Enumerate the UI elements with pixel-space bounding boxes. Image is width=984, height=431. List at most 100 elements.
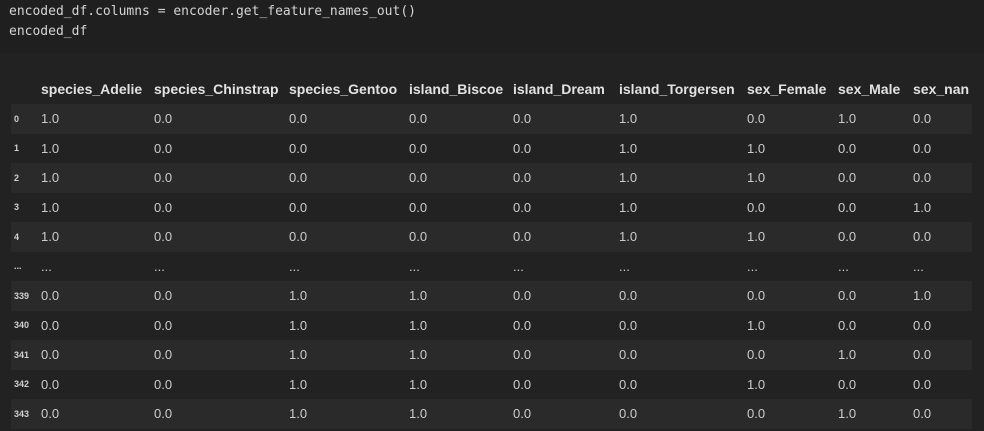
table-cell: 0.0: [154, 140, 173, 156]
table-cell: 1.0: [913, 288, 932, 304]
code-line-2: encoded_df: [9, 24, 88, 39]
column-header: species_Chinstrap: [154, 81, 279, 97]
table-cell: 1.0: [289, 406, 308, 422]
column-header: island_Torgersen: [619, 81, 735, 97]
table-cell: 0.0: [513, 229, 532, 245]
table-cell: 0.0: [838, 288, 857, 304]
row-index: 339: [14, 290, 30, 301]
row-index: 342: [14, 379, 30, 390]
table-cell: 0.0: [409, 140, 428, 156]
table-cell: 0.0: [913, 140, 932, 156]
index-header: [11, 74, 37, 104]
table-cell: 1.0: [409, 376, 428, 392]
row-index: ...: [14, 261, 22, 272]
table-cell: 0.0: [513, 111, 532, 127]
table-cell: 0.0: [913, 406, 932, 422]
row-index: 343: [14, 408, 30, 419]
table-cell: 0.0: [838, 170, 857, 186]
row-index: 3: [14, 202, 20, 213]
table-cell: 1.0: [838, 406, 857, 422]
table-row: 1 1.0 0.0 0.0 0.0 0.0 1.0 1.0 0.0 0.0: [11, 133, 972, 163]
column-header: island_Dream: [513, 81, 605, 97]
table-cell: 1.0: [41, 199, 60, 215]
table-cell: 0.0: [289, 170, 308, 186]
table-cell: 1.0: [619, 140, 638, 156]
code-cell[interactable]: encoded_df.columns = encoder.get_feature…: [0, 0, 984, 53]
table-row: 343 0.0 0.0 1.0 1.0 0.0 0.0 0.0 1.0 0.0: [11, 399, 972, 429]
column-header: sex_Male: [838, 81, 901, 97]
table-cell: 1.0: [747, 140, 766, 156]
table-cell: 1.0: [747, 317, 766, 333]
table-cell: 1.0: [289, 317, 308, 333]
table-cell: 0.0: [409, 199, 428, 215]
column-header: species_Adelie: [41, 81, 143, 97]
column-header: island_Biscoe: [409, 81, 504, 97]
table-cell: ...: [747, 258, 758, 274]
table-cell: 0.0: [913, 111, 932, 127]
table-cell: 0.0: [41, 288, 60, 304]
table-cell: 0.0: [41, 347, 60, 363]
table-row: 340 0.0 0.0 1.0 1.0 0.0 0.0 1.0 0.0 0.0: [11, 310, 972, 340]
table-cell: 0.0: [289, 229, 308, 245]
table-cell: 0.0: [513, 170, 532, 186]
row-index: 4: [14, 231, 20, 242]
table-cell: ...: [913, 258, 924, 274]
table-cell: 0.0: [913, 376, 932, 392]
table-cell: 0.0: [838, 140, 857, 156]
table-cell: 0.0: [289, 140, 308, 156]
column-header: sex_nan: [913, 81, 970, 97]
table-cell: 0.0: [513, 199, 532, 215]
table-cell: 1.0: [747, 170, 766, 186]
table-row: 341 0.0 0.0 1.0 1.0 0.0 0.0 0.0 1.0 0.0: [11, 340, 972, 370]
table-cell: 1.0: [409, 288, 428, 304]
row-index: 0: [14, 113, 20, 124]
table-cell: 0.0: [513, 376, 532, 392]
table-row: 4 1.0 0.0 0.0 0.0 0.0 1.0 1.0 0.0 0.0: [11, 222, 972, 252]
table-cell: 0.0: [619, 376, 638, 392]
table-cell: 0.0: [154, 347, 173, 363]
table-cell: 1.0: [747, 376, 766, 392]
table-cell: 0.0: [154, 229, 173, 245]
table-row: 0 1.0 0.0 0.0 0.0 0.0 1.0 0.0 1.0 0.0: [11, 104, 972, 134]
table-cell: 0.0: [409, 111, 428, 127]
row-index: 2: [14, 172, 20, 183]
table-cell: 0.0: [409, 170, 428, 186]
table-cell: ...: [154, 258, 165, 274]
table-cell: 1.0: [619, 170, 638, 186]
table-cell: 1.0: [289, 288, 308, 304]
table-cell: 0.0: [619, 288, 638, 304]
table-cell: 1.0: [619, 229, 638, 245]
table-cell: 1.0: [838, 111, 857, 127]
row-index: 341: [14, 349, 30, 360]
table-cell: 1.0: [41, 111, 60, 127]
table-cell: 0.0: [838, 229, 857, 245]
table-cell: 0.0: [747, 406, 766, 422]
table-cell: 0.0: [154, 317, 173, 333]
table-cell: 0.0: [913, 170, 932, 186]
table-cell: 0.0: [619, 406, 638, 422]
table-cell: 0.0: [513, 317, 532, 333]
table-cell: 1.0: [289, 376, 308, 392]
table-cell: 0.0: [747, 347, 766, 363]
table-cell: 1.0: [838, 347, 857, 363]
table-cell: 0.0: [747, 111, 766, 127]
table-cell: 0.0: [154, 170, 173, 186]
table-cell: 0.0: [513, 288, 532, 304]
table-cell: 0.0: [41, 406, 60, 422]
table-cell: 1.0: [619, 111, 638, 127]
table-cell: ...: [838, 258, 849, 274]
table-cell: 1.0: [409, 317, 428, 333]
table-row: 2 1.0 0.0 0.0 0.0 0.0 1.0 1.0 0.0 0.0: [11, 163, 972, 193]
table-cell: ...: [41, 258, 52, 274]
table-cell: 0.0: [747, 199, 766, 215]
table-cell: 0.0: [913, 317, 932, 333]
table-cell: 1.0: [41, 229, 60, 245]
code-line-1: encoded_df.columns = encoder.get_feature…: [9, 4, 416, 19]
table-cell: 0.0: [41, 317, 60, 333]
table-row: 3 1.0 0.0 0.0 0.0 0.0 1.0 0.0 0.0 1.0: [11, 192, 972, 222]
table-cell: 1.0: [619, 199, 638, 215]
table-cell: 0.0: [513, 406, 532, 422]
table-cell: 0.0: [154, 288, 173, 304]
table-cell: 0.0: [838, 199, 857, 215]
table-cell: ...: [409, 258, 420, 274]
